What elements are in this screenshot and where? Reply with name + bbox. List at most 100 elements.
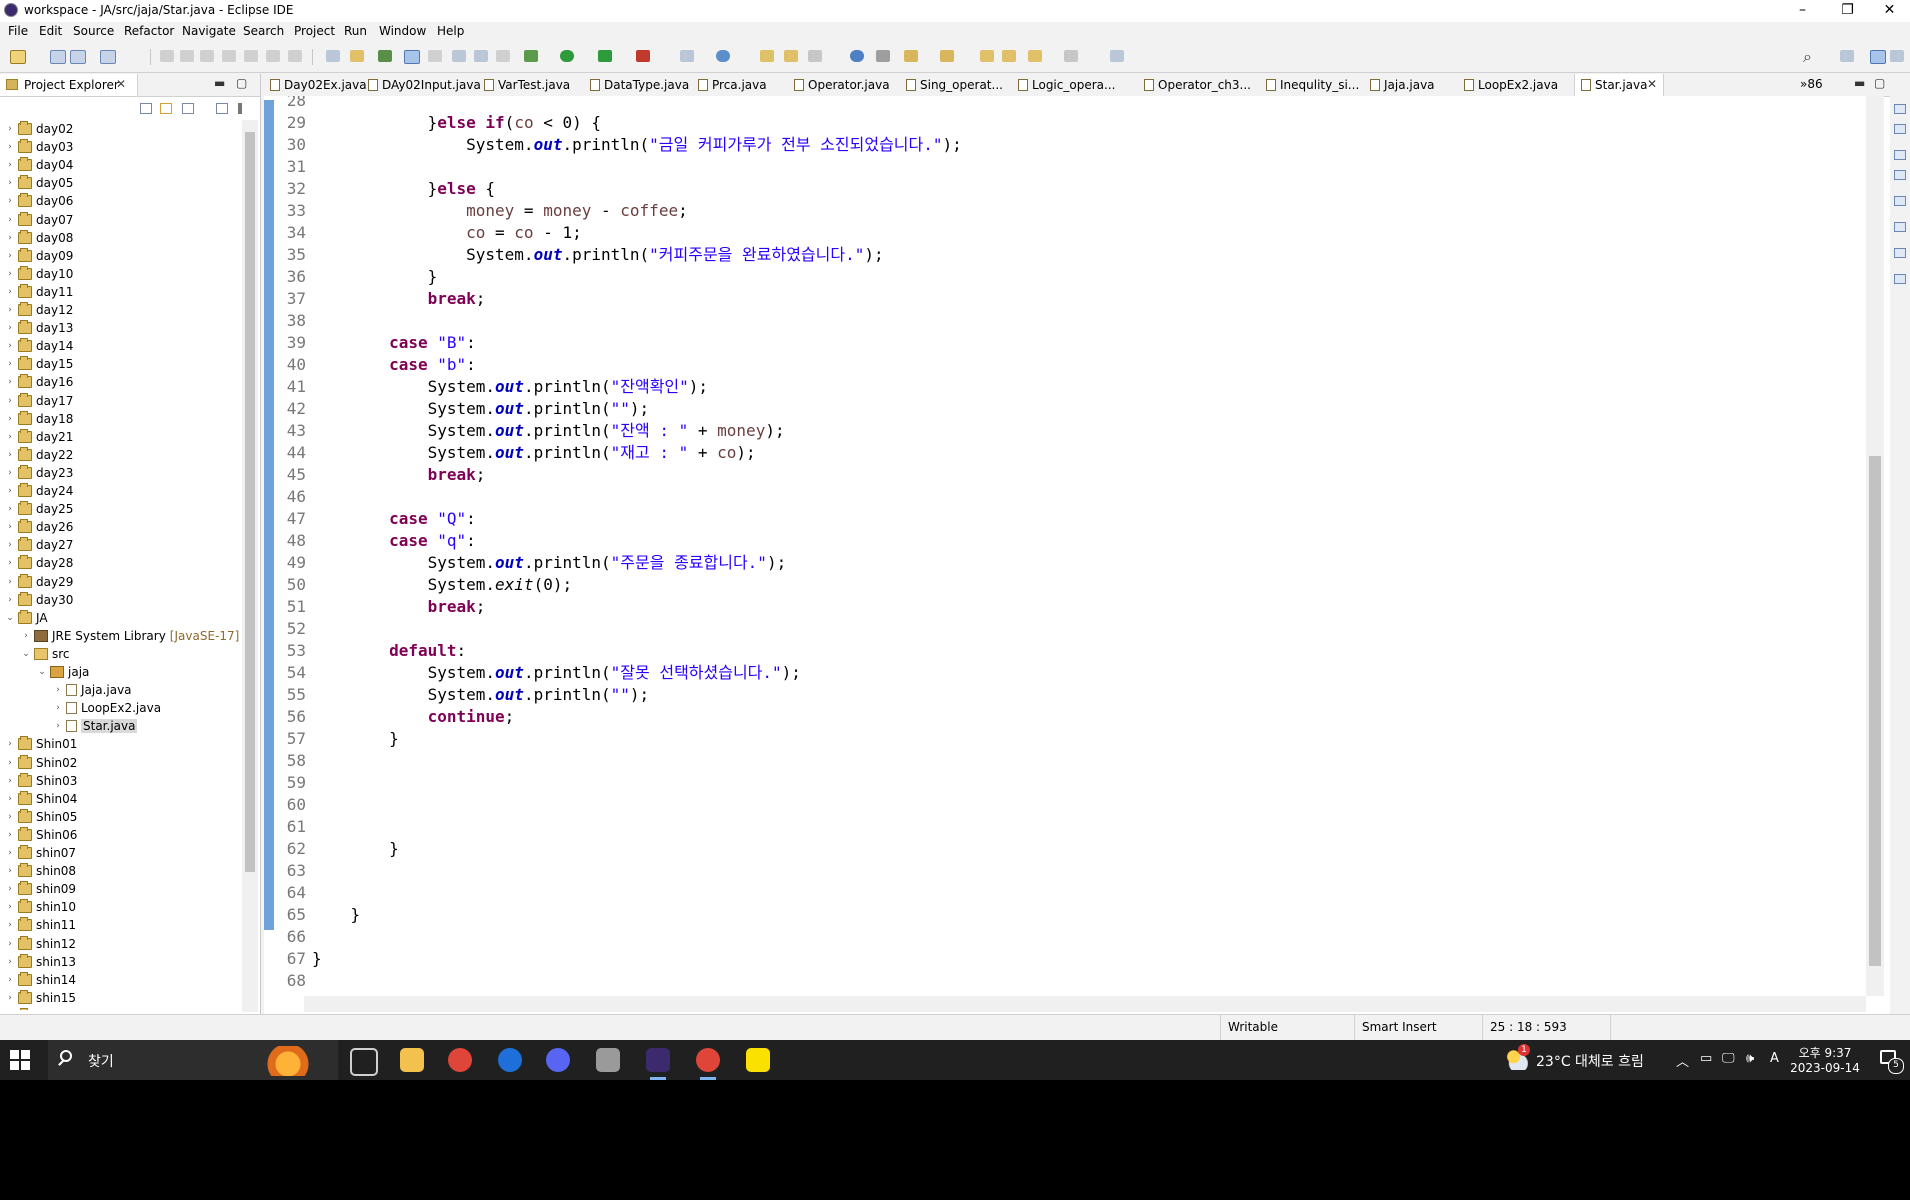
tree-item-star-java[interactable]: › Star.java (52, 717, 138, 735)
tree-item-day06[interactable]: › day06 (4, 192, 73, 210)
tree-item-jaja[interactable]: ⌄ jaja (36, 663, 89, 681)
tree-item-day16[interactable]: › day16 (4, 373, 73, 391)
back-icon[interactable] (1028, 50, 1042, 62)
search-icon[interactable]: ⌕ (1803, 47, 1812, 67)
tree-item-day08[interactable]: › day08 (4, 229, 73, 247)
menu-source[interactable]: Source (73, 24, 114, 38)
tabs-overflow-button[interactable]: »86 (1800, 77, 1823, 91)
chevron-right-icon[interactable]: › (52, 703, 64, 713)
progress-icon[interactable] (1894, 248, 1906, 258)
prev-annotation-icon[interactable] (940, 50, 954, 62)
tree-item-day10[interactable]: › day10 (4, 265, 73, 283)
tree-item-day18[interactable]: › day18 (4, 410, 73, 428)
tree-item-shin15[interactable]: › shin15 (4, 989, 76, 1007)
tree-item-shin12[interactable]: › shin12 (4, 935, 76, 953)
chevron-right-icon[interactable]: › (4, 577, 16, 587)
menu-edit[interactable]: Edit (39, 24, 62, 38)
open-task-icon[interactable] (350, 50, 364, 62)
chevron-right-icon[interactable]: › (4, 323, 16, 333)
chevron-right-icon[interactable]: › (4, 939, 16, 949)
chevron-right-icon[interactable]: › (4, 920, 16, 930)
menu-navigate[interactable]: Navigate (182, 24, 236, 38)
editor-tab[interactable]: Operator.java (788, 74, 900, 96)
run-icon[interactable] (560, 50, 574, 62)
chevron-up-icon[interactable]: ︿ (1676, 1051, 1689, 1070)
show-whitespace-icon[interactable] (496, 50, 510, 62)
ime-indicator[interactable]: A (1770, 1051, 1779, 1066)
debug-icon[interactable] (524, 50, 538, 62)
menu-refactor[interactable]: Refactor (124, 24, 174, 38)
new-icon[interactable] (10, 50, 26, 64)
terminate-icon[interactable] (200, 50, 214, 62)
collapse-all-icon[interactable] (140, 103, 152, 114)
editor-tab[interactable]: DataType.java (584, 74, 692, 96)
editor-tab[interactable]: Inequlity_si... (1260, 74, 1364, 96)
chevron-right-icon[interactable]: › (4, 522, 16, 532)
chevron-right-icon[interactable]: › (4, 558, 16, 568)
chevron-right-icon[interactable]: › (4, 794, 16, 804)
chevron-right-icon[interactable]: › (4, 776, 16, 786)
chevron-right-icon[interactable]: › (4, 160, 16, 170)
tree-item-shin09[interactable]: › shin09 (4, 880, 76, 898)
maximize-editor-icon[interactable]: ▢ (1874, 76, 1885, 90)
tree-item-shin11[interactable]: › shin11 (4, 916, 76, 934)
tree-item-day22[interactable]: › day22 (4, 446, 73, 464)
tree-item-day04[interactable]: › day04 (4, 156, 73, 174)
scrollbar-thumb[interactable] (1869, 456, 1881, 966)
search-decl-icon[interactable] (378, 50, 392, 62)
chevron-right-icon[interactable]: › (20, 631, 32, 641)
tree-item-day25[interactable]: › day25 (4, 500, 73, 518)
chevron-right-icon[interactable]: › (4, 196, 16, 206)
focus-icon[interactable] (216, 103, 228, 114)
save-icon[interactable] (50, 50, 66, 64)
new-class-icon[interactable] (716, 50, 730, 62)
tree-item-shin13[interactable]: › shin13 (4, 953, 76, 971)
tree-item-shin10[interactable]: › shin10 (4, 898, 76, 916)
editor-tab[interactable]: Logic_opera... (1012, 74, 1138, 96)
edit-icon[interactable] (808, 50, 822, 62)
chevron-right-icon[interactable]: › (52, 721, 64, 731)
tree-item-day14[interactable]: › day14 (4, 337, 73, 355)
tree-item-shin06[interactable]: › Shin06 (4, 826, 77, 844)
chevron-right-icon[interactable]: › (4, 414, 16, 424)
code-view[interactable]: 28 29 }else if(co < 0) {30 System.out.pri… (264, 96, 1874, 996)
close-button[interactable]: ✕ (1867, 0, 1910, 22)
blue-app-icon[interactable] (498, 1048, 522, 1072)
new-java-project-icon[interactable] (680, 50, 694, 62)
menu-search[interactable]: Search (243, 24, 284, 38)
chevron-right-icon[interactable]: › (4, 142, 16, 152)
chevron-right-icon[interactable]: › (4, 975, 16, 985)
editor-tab[interactable]: Day02Ex.java (264, 74, 367, 96)
taskbar-search-box[interactable]: 찾기 (48, 1040, 338, 1080)
mark-occurrences-icon[interactable] (404, 50, 420, 64)
chevron-right-icon[interactable]: › (4, 178, 16, 188)
problems-icon[interactable] (1894, 150, 1906, 160)
outline-icon[interactable] (1894, 104, 1906, 114)
tree-item-shin07[interactable]: › shin07 (4, 844, 76, 862)
menu-file[interactable]: File (8, 24, 28, 38)
resume-icon[interactable] (160, 50, 174, 62)
eclipse-icon[interactable] (646, 1048, 670, 1080)
editor-tab[interactable]: DAy02Input.java (362, 74, 481, 96)
editor-tab[interactable]: Sing_operat... (900, 74, 1012, 96)
editor-tab[interactable]: Jaja.java (1364, 74, 1458, 96)
toggle-block-icon[interactable] (428, 50, 442, 62)
clock-time[interactable]: 오후 9:37 (1790, 1044, 1860, 1061)
project-explorer-scrollbar[interactable] (242, 120, 258, 1012)
chevron-right-icon[interactable]: › (4, 432, 16, 442)
debug-perspective-icon[interactable] (1890, 50, 1904, 62)
chevron-right-icon[interactable]: › (4, 251, 16, 261)
tree-item-jaja-java[interactable]: › Jaja.java (52, 681, 131, 699)
task-list-icon[interactable] (1894, 124, 1906, 134)
tree-item-day03[interactable]: › day03 (4, 138, 73, 156)
chevron-right-icon[interactable]: › (4, 215, 16, 225)
console-view-icon[interactable] (1894, 222, 1906, 232)
chevron-right-icon[interactable]: › (4, 504, 16, 514)
tree-item-day17[interactable]: › day17 (4, 392, 73, 410)
chrome-2-icon[interactable] (696, 1048, 720, 1080)
chevron-right-icon[interactable]: › (4, 124, 16, 134)
save-all-icon[interactable] (70, 50, 86, 64)
menu-project[interactable]: Project (294, 24, 335, 38)
chevron-right-icon[interactable]: › (4, 269, 16, 279)
console-icon[interactable] (100, 50, 116, 64)
